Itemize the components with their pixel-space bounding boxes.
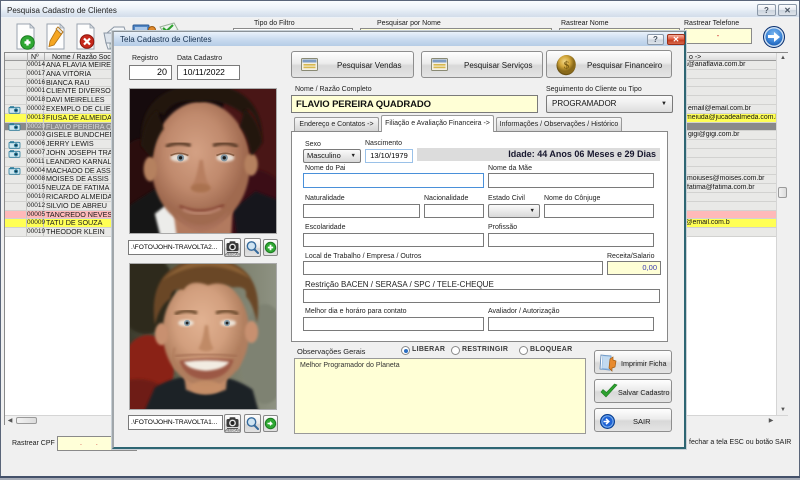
svg-text:WEBCAM: WEBCAM [225, 428, 240, 432]
svg-text:WEBCAM: WEBCAM [225, 252, 240, 256]
svg-text:$: $ [564, 60, 570, 72]
